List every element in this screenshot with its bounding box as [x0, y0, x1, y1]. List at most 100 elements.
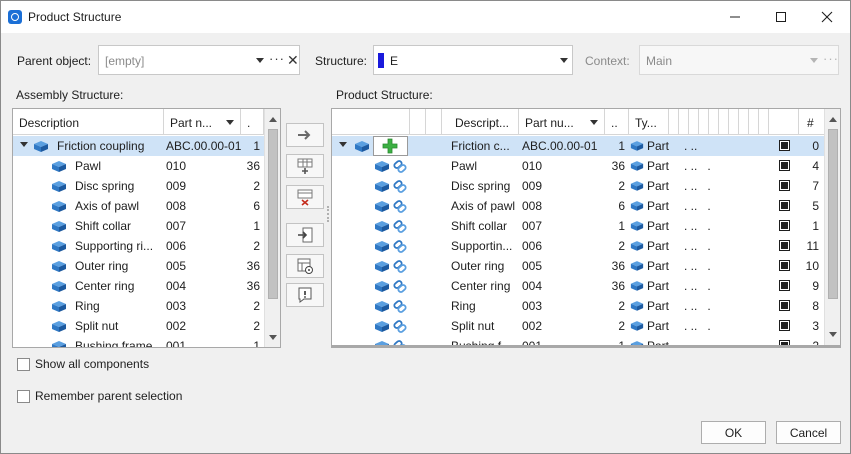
product-vertical-scrollbar[interactable] — [824, 109, 840, 345]
product-col-part-number[interactable]: Part nu... — [519, 109, 605, 135]
assembly-description: Disc spring — [75, 179, 135, 193]
product-row[interactable]: Pawl 010 36 Part . .. . 4 — [332, 156, 825, 176]
product-row[interactable]: Friction c... ABC.00.00-01 1 Part . .. 0 — [332, 136, 825, 156]
product-status-checkbox[interactable] — [779, 240, 790, 251]
product-status-checkbox[interactable] — [779, 140, 790, 151]
product-status-checkbox[interactable] — [779, 300, 790, 311]
scroll-up-icon[interactable] — [829, 117, 837, 122]
product-type: Part — [647, 159, 670, 173]
part-type-icon — [630, 179, 644, 192]
part-icon — [51, 259, 67, 273]
product-col-type[interactable]: Ty... — [629, 109, 669, 135]
app-icon — [8, 10, 22, 24]
assembly-col-part-number-label: Part n... — [170, 116, 213, 130]
collapse-icon[interactable] — [339, 142, 347, 147]
assembly-row[interactable]: Pawl 010 36 — [13, 156, 264, 176]
scroll-down-icon[interactable] — [269, 335, 277, 340]
product-col-quantity[interactable]: .. — [605, 109, 629, 135]
context-dropdown-icon[interactable] — [810, 58, 818, 63]
product-col-flag[interactable] — [769, 109, 799, 135]
context-browse-button[interactable]: ··· — [823, 51, 839, 66]
structure-dropdown-icon[interactable] — [560, 58, 568, 63]
assembly-row[interactable]: Center ring 004 36 — [13, 276, 264, 296]
remove-rows-button[interactable] — [286, 185, 324, 209]
product-col-narrow-7[interactable] — [729, 109, 739, 135]
product-status-checkbox[interactable] — [779, 280, 790, 291]
product-status-checkbox[interactable] — [779, 220, 790, 231]
product-status-checkbox[interactable] — [779, 320, 790, 331]
scroll-down-icon[interactable] — [829, 332, 837, 337]
product-col-narrow-4[interactable] — [699, 109, 709, 135]
assembly-col-quantity[interactable]: . — [241, 109, 264, 135]
assembly-row[interactable]: Ring 003 2 — [13, 296, 264, 316]
product-status-checkbox[interactable] — [779, 200, 790, 211]
product-col-narrow-6[interactable] — [719, 109, 729, 135]
product-col-narrow-3[interactable] — [689, 109, 699, 135]
product-col-description[interactable]: Descript... — [449, 109, 519, 135]
product-row[interactable]: Supportin... 006 2 Part . .. . 11 — [332, 236, 825, 256]
parent-object-browse-button[interactable]: ··· — [269, 51, 285, 66]
scroll-up-icon[interactable] — [269, 117, 277, 122]
product-status-checkbox[interactable] — [779, 260, 790, 271]
import-button[interactable] — [286, 223, 324, 247]
product-row[interactable]: Shift collar 007 1 Part . .. . 1 — [332, 216, 825, 236]
product-row[interactable]: Ring 003 2 Part . .. . 8 — [332, 296, 825, 316]
assembly-row[interactable]: Axis of pawl 008 6 — [13, 196, 264, 216]
assembly-row[interactable]: Supporting ri... 006 2 — [13, 236, 264, 256]
product-col-narrow-9[interactable] — [749, 109, 759, 135]
collapse-icon[interactable] — [20, 142, 28, 147]
product-row[interactable]: Split nut 002 2 Part . .. . 3 — [332, 316, 825, 336]
show-all-components-checkbox[interactable] — [17, 358, 30, 371]
product-hash: 9 — [812, 279, 819, 293]
ok-button[interactable]: OK — [701, 421, 766, 444]
close-button[interactable] — [804, 1, 850, 33]
assembly-row[interactable]: Outer ring 005 36 — [13, 256, 264, 276]
table-settings-button[interactable] — [286, 254, 324, 278]
product-status-checkbox[interactable] — [779, 180, 790, 191]
context-combo[interactable]: Main ··· — [639, 45, 839, 75]
parent-object-dropdown-icon[interactable] — [256, 58, 264, 63]
cancel-button[interactable]: Cancel — [776, 421, 841, 444]
product-structure-grid[interactable]: Descript... Part nu... .. Ty... # Fricti… — [331, 108, 841, 348]
product-quantity: 2 — [618, 179, 625, 193]
product-row[interactable]: Axis of pawl 008 6 Part . .. . 5 — [332, 196, 825, 216]
remember-parent-checkbox[interactable] — [17, 390, 30, 403]
structure-combo[interactable]: E — [373, 45, 573, 75]
minimize-button[interactable] — [712, 1, 758, 33]
assembly-structure-grid[interactable]: Description Part n... . Friction couplin… — [12, 108, 281, 348]
product-row[interactable]: Center ring 004 36 Part . .. . 9 — [332, 276, 825, 296]
product-col-narrow-10[interactable] — [759, 109, 769, 135]
assembly-col-description[interactable]: Description — [13, 109, 164, 135]
maximize-button[interactable] — [758, 1, 804, 33]
product-status-checkbox[interactable] — [779, 340, 790, 345]
product-col-narrow-5[interactable] — [709, 109, 719, 135]
add-rows-button[interactable] — [286, 154, 324, 178]
assembly-row[interactable]: Split nut 002 2 — [13, 316, 264, 336]
assembly-row[interactable]: Disc spring 009 2 — [13, 176, 264, 196]
product-col-hash[interactable]: # — [799, 109, 825, 135]
warning-note-button[interactable] — [286, 283, 324, 307]
product-col-narrow-2[interactable] — [679, 109, 689, 135]
scrollbar-thumb[interactable] — [268, 129, 278, 299]
assembly-row[interactable]: Bushing frame 001 1 — [13, 336, 264, 347]
assembly-row[interactable]: Friction coupling ABC.00.00-01 1 — [13, 136, 264, 156]
parent-object-clear-button[interactable]: ✕ — [287, 52, 299, 69]
assembly-col-part-number[interactable]: Part n... — [164, 109, 241, 135]
assembly-part-number: ABC.00.00-01 — [166, 139, 241, 153]
scrollbar-thumb[interactable] — [828, 129, 838, 299]
assembly-row[interactable]: Shift collar 007 1 — [13, 216, 264, 236]
product-col-narrow-1[interactable] — [669, 109, 679, 135]
splitter-grip[interactable] — [327, 206, 329, 222]
product-quantity: 2 — [618, 299, 625, 313]
title-bar[interactable]: Product Structure — [1, 1, 850, 33]
product-status-checkbox[interactable] — [779, 160, 790, 171]
assembly-part-number: 006 — [166, 239, 187, 253]
assembly-vertical-scrollbar[interactable] — [264, 109, 280, 347]
product-row[interactable]: Disc spring 009 2 Part . .. . 7 — [332, 176, 825, 196]
move-to-product-button[interactable] — [286, 123, 324, 147]
product-col-narrow-8[interactable] — [739, 109, 749, 135]
product-row[interactable]: Outer ring 005 36 Part . .. . 10 — [332, 256, 825, 276]
parent-object-label: Parent object: — [17, 54, 92, 68]
product-row[interactable]: Bushing f... 001 1 Part . .. . 2 — [332, 336, 825, 345]
parent-object-combo[interactable]: [empty] ··· ✕ — [98, 45, 300, 75]
